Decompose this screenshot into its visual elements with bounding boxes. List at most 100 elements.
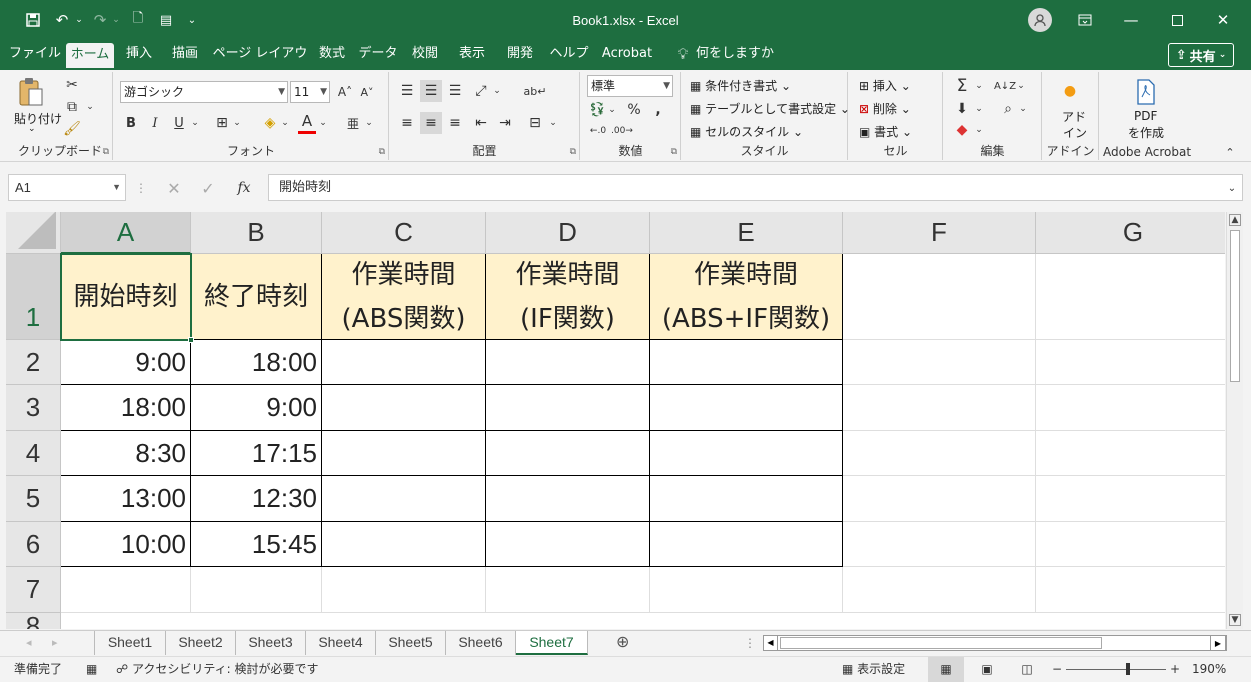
horizontal-scrollbar[interactable]: ◀ (763, 635, 1227, 651)
cell-g6[interactable] (1036, 522, 1225, 567)
cell-d4[interactable] (486, 431, 650, 476)
form-icon[interactable]: ▤ (156, 0, 176, 40)
addins-icon[interactable]: ● (1061, 82, 1079, 100)
customize-toolbar-icon[interactable]: ⌄ (184, 0, 200, 40)
decrease-indent-icon[interactable]: ⇤ (470, 112, 492, 134)
tell-me-search[interactable]: 何をしますか (696, 40, 776, 70)
collapse-ribbon-icon[interactable]: ⌃ (1222, 144, 1238, 160)
cell-c4[interactable] (322, 431, 486, 476)
cell-b1[interactable]: 終了時刻 (191, 254, 322, 340)
cell-d3[interactable] (486, 385, 650, 431)
sheet-tab-6[interactable]: Sheet6 (446, 631, 516, 655)
number-format-select[interactable]: 標準 ▼ (587, 75, 673, 97)
display-settings-button[interactable]: ▦ 表示設定 (842, 657, 905, 682)
cell-d2[interactable] (486, 340, 650, 385)
scroll-right-icon[interactable]: ▶ (1210, 635, 1226, 651)
cell-f4[interactable] (843, 431, 1036, 476)
cell-a3[interactable]: 18:00 (61, 385, 191, 431)
paste-button[interactable]: 貼り付け (14, 110, 62, 127)
decrease-font-icon[interactable]: A˅ (358, 82, 376, 102)
cell-g2[interactable] (1036, 340, 1225, 385)
accounting-dropdown-icon[interactable]: ⌄ (607, 100, 617, 120)
percent-button[interactable]: % (625, 100, 643, 120)
autosum-icon[interactable]: Σ (952, 75, 972, 97)
cell-b2[interactable]: 18:00 (191, 340, 322, 385)
increase-font-icon[interactable]: A˄ (336, 82, 354, 102)
cell-a5[interactable]: 13:00 (61, 476, 191, 522)
tab-split-handle-icon[interactable]: ⋮ (744, 631, 756, 657)
cell-f5[interactable] (843, 476, 1036, 522)
font-launcher-icon[interactable]: ⧉ (379, 147, 385, 157)
fill-icon[interactable]: ⬇ (952, 98, 972, 120)
cell-c6[interactable] (322, 522, 486, 567)
cell-c2[interactable] (322, 340, 486, 385)
tab-scroll-left-icon[interactable]: ◂ (26, 631, 32, 657)
scroll-left-icon[interactable]: ◀ (764, 636, 778, 650)
cancel-icon[interactable]: ✕ (164, 178, 184, 198)
sheet-tab-2[interactable]: Sheet2 (166, 631, 236, 655)
column-header-a[interactable]: A (61, 212, 191, 254)
accounting-format-icon[interactable]: 💱︎ (587, 100, 607, 120)
horizontal-scroll-thumb[interactable] (780, 637, 1102, 649)
comma-button[interactable]: , (649, 100, 667, 120)
create-pdf-button-line2[interactable]: を作成 (1128, 124, 1164, 141)
addins-button-line2[interactable]: イン (1063, 124, 1087, 141)
column-header-g[interactable]: G (1036, 212, 1225, 254)
bold-button[interactable]: B (122, 112, 140, 134)
paste-icon[interactable] (16, 76, 46, 108)
align-left-icon[interactable]: ≡ (396, 112, 418, 134)
scroll-down-icon[interactable]: ▼ (1229, 614, 1241, 626)
column-header-c[interactable]: C (322, 212, 486, 254)
find-dropdown-icon[interactable]: ⌄ (1018, 98, 1028, 120)
cell-c3[interactable] (322, 385, 486, 431)
delete-cells-button[interactable]: ⊠ 削除 ⌄ (859, 100, 911, 117)
tab-data[interactable]: データ (356, 40, 400, 70)
merge-dropdown-icon[interactable]: ⌄ (548, 112, 558, 134)
cell-e4[interactable] (650, 431, 843, 476)
orientation-dropdown-icon[interactable]: ⌄ (492, 80, 502, 102)
italic-button[interactable]: I (146, 112, 164, 134)
cell-c7[interactable] (322, 567, 486, 613)
share-button[interactable]: ⇪ 共有 ⌄ (1168, 43, 1234, 67)
insert-function-icon[interactable]: fx (232, 178, 256, 198)
cell-g3[interactable] (1036, 385, 1225, 431)
minimize-button[interactable]: — (1108, 0, 1154, 40)
cell-e1[interactable]: 作業時間 (ABS+IF関数) (650, 254, 843, 340)
fill-handle[interactable] (188, 337, 194, 343)
clear-dropdown-icon[interactable]: ⌄ (974, 120, 984, 140)
cell-a7[interactable] (61, 567, 191, 613)
format-painter-icon[interactable]: 🖌︎ (62, 120, 82, 138)
tab-acrobat[interactable]: Acrobat (596, 40, 658, 70)
tab-home[interactable]: ホーム (66, 43, 114, 70)
vertical-scrollbar[interactable]: ▲ ▼ (1226, 212, 1243, 629)
redo-dropdown-icon[interactable]: ⌄ (110, 0, 122, 40)
sort-dropdown-icon[interactable]: ⌄ (1016, 75, 1026, 97)
cell-b5[interactable]: 12:30 (191, 476, 322, 522)
autosum-dropdown-icon[interactable]: ⌄ (974, 75, 984, 97)
phonetic-guide-icon[interactable]: 亜 (344, 112, 362, 134)
cell-b6[interactable]: 15:45 (191, 522, 322, 567)
column-header-f[interactable]: F (843, 212, 1036, 254)
zoom-level[interactable]: 190% (1192, 657, 1226, 682)
cell-e6[interactable] (650, 522, 843, 567)
column-header-d[interactable]: D (486, 212, 650, 254)
clipboard-launcher-icon[interactable]: ⧉ (103, 147, 109, 157)
wrap-text-icon[interactable]: ab↵ (524, 80, 547, 102)
accessibility-button[interactable]: ☍ アクセシビリティ: 検討が必要です (116, 657, 319, 682)
cell-f7[interactable] (843, 567, 1036, 613)
cell-g4[interactable] (1036, 431, 1225, 476)
enter-icon[interactable]: ✓ (198, 178, 218, 198)
borders-icon[interactable]: ⊞ (212, 112, 232, 134)
cell-g7[interactable] (1036, 567, 1225, 613)
conditional-formatting-button[interactable]: ▦ 条件付き書式 ⌄ (690, 77, 791, 94)
phonetic-dropdown-icon[interactable]: ⌄ (364, 112, 374, 134)
cell-f3[interactable] (843, 385, 1036, 431)
number-launcher-icon[interactable]: ⧉ (671, 147, 677, 157)
cell-f2[interactable] (843, 340, 1036, 385)
fill-dropdown-icon[interactable]: ⌄ (974, 98, 984, 120)
sort-filter-icon[interactable]: A↓Z (994, 75, 1016, 97)
cell-b7[interactable] (191, 567, 322, 613)
font-color-dropdown-icon[interactable]: ⌄ (318, 112, 328, 134)
expand-formula-bar-icon[interactable]: ⌄ (1226, 180, 1238, 196)
row-header-8[interactable]: 8 (6, 611, 61, 629)
